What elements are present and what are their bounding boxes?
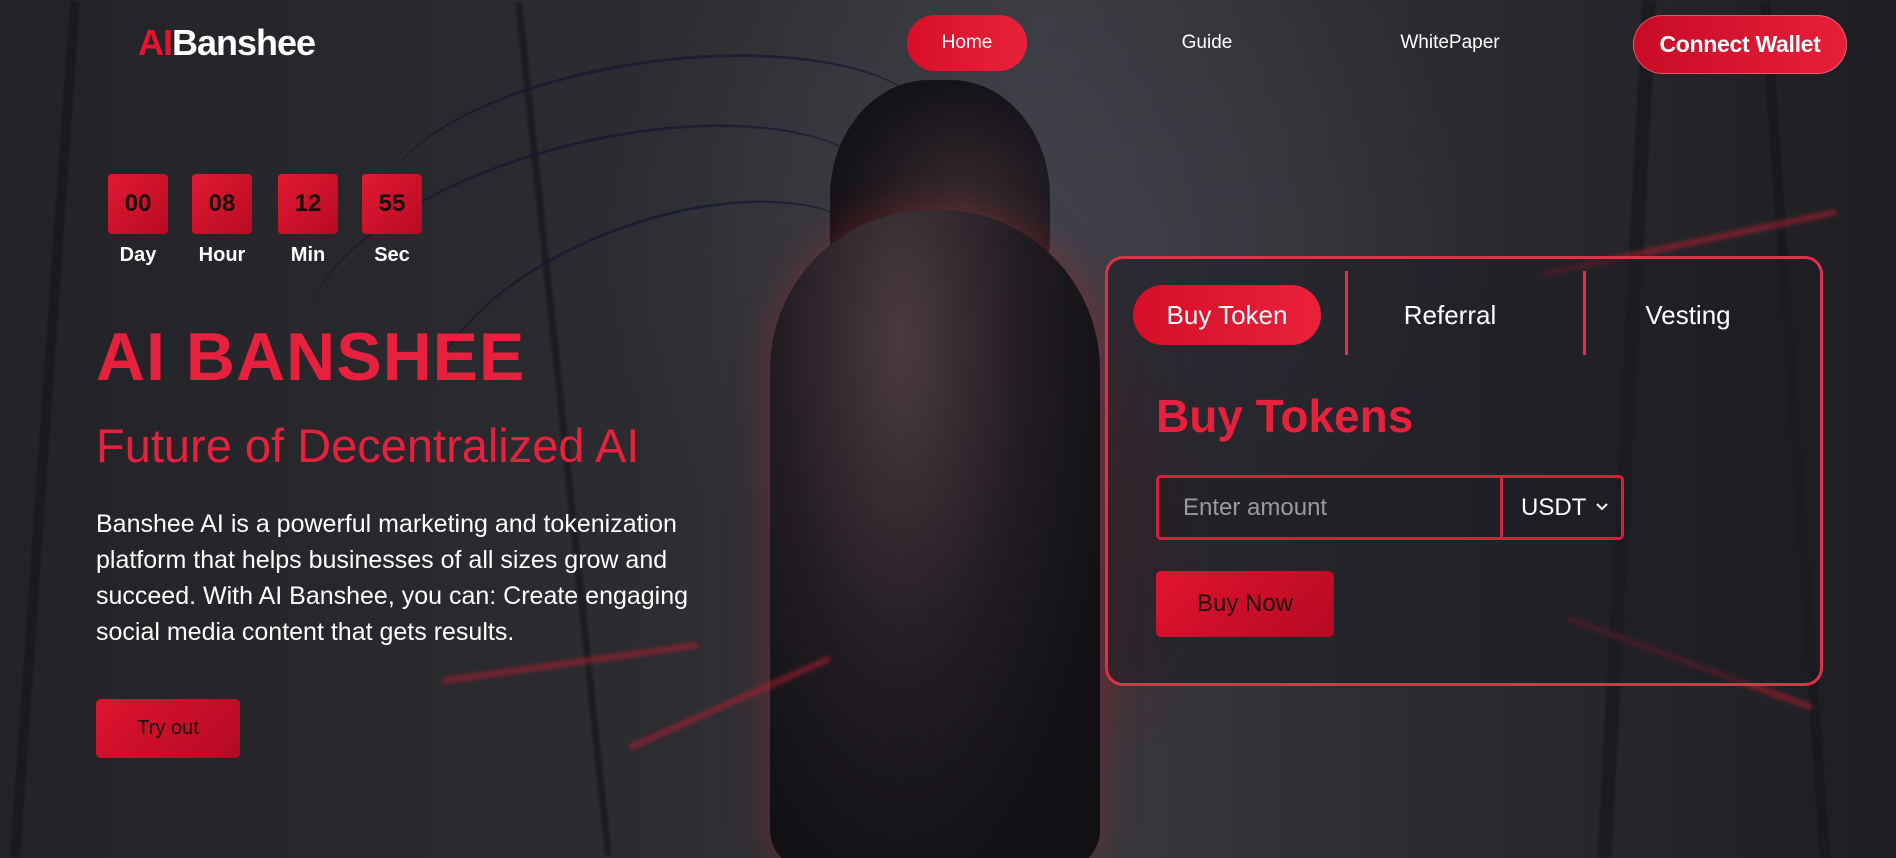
tab-divider: [1583, 271, 1586, 355]
countdown-label: Hour: [198, 244, 246, 266]
tab-referral[interactable]: Referral: [1350, 285, 1550, 345]
countdown-label: Min: [290, 244, 326, 266]
countdown-sec: 55 Sec: [362, 174, 422, 267]
buy-now-button[interactable]: Buy Now: [1156, 571, 1334, 637]
chevron-down-icon: [1595, 499, 1609, 517]
countdown-value: 08: [192, 174, 252, 234]
tab-divider: [1345, 271, 1348, 355]
amount-input[interactable]: [1159, 478, 1503, 537]
hero-description: Banshee AI is a powerful marketing and t…: [96, 510, 689, 646]
currency-value: USDT: [1521, 493, 1587, 521]
panel-title: Buy Tokens: [1156, 390, 1414, 442]
hero-title: AI BANSHEE: [96, 319, 526, 395]
amount-input-group: USDT: [1156, 475, 1624, 540]
countdown-value: 55: [362, 174, 422, 234]
countdown-value: 12: [278, 174, 338, 234]
hero-subtitle: Future of Decentralized AI: [96, 419, 640, 472]
buy-token-panel: Buy Token Referral Vesting Buy Tokens US…: [1105, 256, 1823, 686]
countdown-hour: 08 Hour: [192, 174, 252, 267]
site-logo[interactable]: AIBanshee: [138, 22, 316, 64]
try-out-button[interactable]: Try out: [96, 699, 240, 758]
countdown-label: Day: [119, 244, 157, 266]
countdown-day: 00 Day: [108, 174, 168, 267]
countdown-label: Sec: [374, 244, 410, 266]
tab-vesting[interactable]: Vesting: [1588, 285, 1788, 345]
currency-select[interactable]: USDT: [1503, 478, 1621, 537]
nav-home[interactable]: Home: [907, 15, 1027, 71]
tab-buy-token[interactable]: Buy Token: [1133, 285, 1321, 345]
countdown-value: 00: [108, 174, 168, 234]
countdown-min: 12 Min: [278, 174, 338, 267]
connect-wallet-button[interactable]: Connect Wallet: [1633, 15, 1847, 74]
nav-whitepaper[interactable]: WhitePaper: [1380, 15, 1520, 71]
nav-guide[interactable]: Guide: [1160, 15, 1254, 71]
